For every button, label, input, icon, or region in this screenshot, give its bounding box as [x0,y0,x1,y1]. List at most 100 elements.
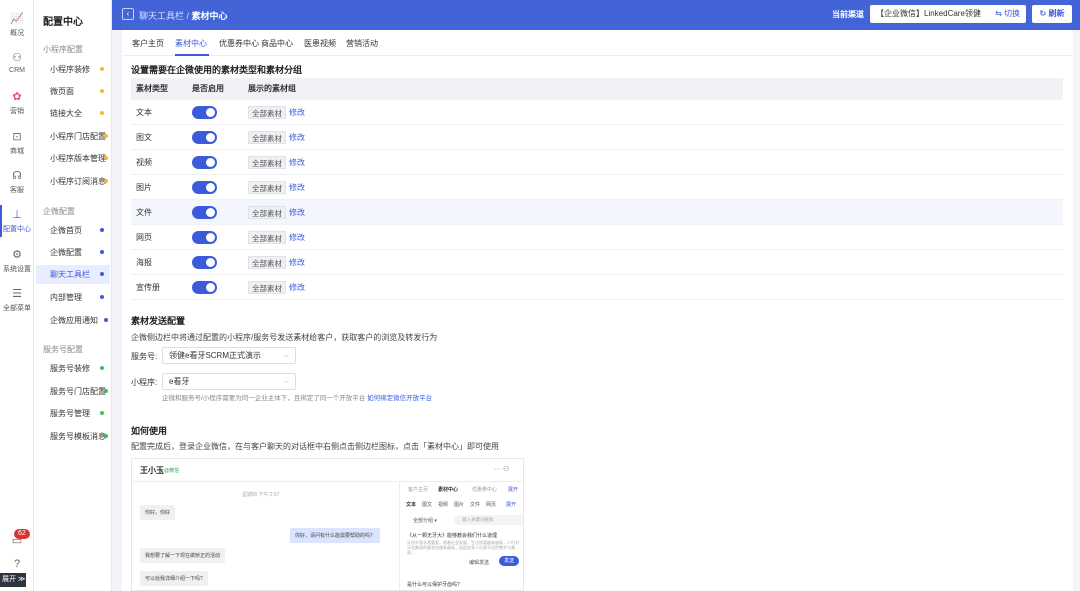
menu-item[interactable]: 微页面 [36,82,110,101]
enable-toggle[interactable] [192,156,217,169]
tab-marketing[interactable]: 营销活动 [346,38,378,49]
tab-coupon-center[interactable]: 优惠券中心 [219,38,259,49]
status-dot [100,295,104,299]
rail-item-config[interactable]: ⊥ 配置中心 [0,208,34,234]
rail-item-all-menu[interactable]: ☰ 全部菜单 [0,287,34,313]
status-dot [104,179,108,183]
rail-item-label: 商城 [10,148,24,155]
rail-item-label: 概况 [10,30,24,37]
bind-open-platform-link[interactable]: 如何绑定微信开放平台 [367,395,432,402]
enable-toggle[interactable] [192,181,217,194]
org-chart-icon: ⊥ [12,209,22,221]
send-config-description: 企微侧边栏中将通过配置的小程序/服务号发送素材给客户，获取客户的浏览及转发行为 [131,333,438,342]
material-type: 图文 [136,133,152,142]
headset-icon: ☊ [12,170,22,182]
rail-item-overview[interactable]: 📈 概况 [0,12,34,38]
menu-item[interactable]: 服务号装修 [36,359,110,378]
menu-item[interactable]: 企微配置 [36,243,110,262]
enable-toggle[interactable] [192,206,217,219]
rail-item-label: 系统设置 [3,266,31,273]
enable-toggle[interactable] [192,281,217,294]
menu-item[interactable]: 企微首页 [36,221,110,240]
enable-toggle[interactable] [192,106,217,119]
status-dot [104,434,108,438]
menu-item-chat-toolbar[interactable]: 聊天工具栏 [36,265,110,284]
service-account-select[interactable]: 领健e看牙SCRM正式演示 ⌵ [162,347,296,364]
material-type: 海报 [136,258,152,267]
edit-link[interactable]: 修改 [289,100,305,125]
tab-material-center[interactable]: 素材中心 [175,38,207,49]
rail-item-mall[interactable]: ⊡ 商城 [0,130,34,156]
expand-button[interactable]: 展开 ≫ [0,573,26,587]
flower-icon: ✿ [12,91,22,103]
enable-toggle[interactable] [192,131,217,144]
material-type: 文件 [136,208,152,217]
menu-item[interactable]: 服务号门店配置 [36,382,110,401]
menu-item[interactable]: 小程序版本管理 [36,149,110,168]
edit-link[interactable]: 修改 [289,150,305,175]
group-tag: 全部素材 [248,106,286,119]
edit-link[interactable]: 修改 [289,200,305,225]
menu-item[interactable]: 内部管理 [36,288,110,307]
edit-link[interactable]: 修改 [289,175,305,200]
question-icon: ? [13,558,21,570]
top-bar: ‹ 聊天工具栏 / 素材中心 当前渠道 【企业微信】LinkedCare领健 ⇆… [112,0,1080,30]
enable-toggle[interactable] [192,231,217,244]
mini-program-label: 小程序: [131,378,158,387]
edit-link[interactable]: 修改 [289,125,305,150]
menu-item[interactable]: 小程序门店配置 [36,127,110,146]
menu-item[interactable]: 企微应用通知 [36,311,110,330]
rail-item-service[interactable]: ☊ 客服 [0,169,34,195]
table-row: 海报 全部素材 修改 [131,250,1063,275]
status-dot [100,67,104,71]
breadcrumb-parent[interactable]: 聊天工具栏 [139,11,184,21]
status-dot [100,366,104,370]
menu-item[interactable]: 小程序订阅消息 [36,172,110,191]
edit-link[interactable]: 修改 [289,250,305,275]
tab-doctor-video[interactable]: 医患视频 [304,38,336,49]
section-title-material-types: 设置需要在企微使用的素材类型和素材分组 [131,65,303,75]
main-panel: 客户主页 素材中心 优惠券中心 商品中心 医患视频 营销活动 设置需要在企微使用… [122,30,1073,591]
status-dot [100,228,104,232]
switch-channel-button[interactable]: ⇆ 切换 [995,5,1020,23]
edit-link[interactable]: 修改 [289,225,305,250]
table-row: 文本 全部素材 修改 [131,100,1063,125]
rail-item-settings[interactable]: ⚙ 系统设置 [0,248,34,274]
tab-product-center[interactable]: 商品中心 [261,38,293,49]
edit-link[interactable]: 修改 [289,275,305,300]
table-row: 视频 全部素材 修改 [131,150,1063,175]
rail-item-label: 营销 [10,108,24,115]
rail-item-marketing[interactable]: ✿ 营销 [0,90,34,116]
refresh-button[interactable]: ↻ 刷新 [1032,5,1072,23]
material-type: 文本 [136,108,152,117]
menu-item[interactable]: 链接大全 [36,104,110,123]
status-dot [104,156,108,160]
menu-item[interactable]: 服务号管理 [36,404,110,423]
material-type: 视频 [136,158,152,167]
rail-item-label: 全部菜单 [3,305,31,312]
gear-icon: ⚙ [12,249,22,261]
breadcrumb-current: 素材中心 [191,11,228,21]
active-tab-indicator [175,54,209,56]
channel-selector: 【企业微信】LinkedCare领健 ⇆ 切换 [870,5,1026,23]
tab-customer-home[interactable]: 客户主页 [132,38,164,49]
column-header: 素材类型 [136,84,168,93]
mini-program-select[interactable]: e看牙 ⌵ [162,373,296,390]
switch-icon: ⇆ [995,9,1004,18]
rail-item-crm[interactable]: ⚇ CRM [0,51,34,74]
enable-toggle[interactable] [192,256,217,269]
status-dot [100,272,104,276]
back-button[interactable]: ‹ [122,8,134,20]
menu-item[interactable]: 小程序装修 [36,60,110,79]
menu-search-icon: ☰ [12,288,22,300]
tab-bar: 客户主页 素材中心 优惠券中心 商品中心 医患视频 营销活动 [122,30,1073,56]
bind-hint: 企微和服务号/小程序需要为同一企业主体下，且绑定了同一个开放平台 如何绑定微信开… [162,395,433,402]
help-button[interactable]: ? [0,557,34,573]
icon-rail: 📈 概况 ⚇ CRM ✿ 营销 ⊡ 商城 ☊ 客服 ⊥ 配置中心 ⚙ 系统设置 … [0,0,34,591]
submenu-title: 配置中心 [43,17,83,28]
menu-item[interactable]: 服务号模板消息 [36,427,110,446]
usage-preview-image: 王小玉 @微信 ··· ⚇ 星期四 下午 2:57 你好，你好 你好，请问有什么… [131,458,524,591]
chevron-down-icon: ⌵ [283,352,289,359]
column-header: 是否启用 [192,84,224,93]
chart-icon: 📈 [10,13,24,25]
